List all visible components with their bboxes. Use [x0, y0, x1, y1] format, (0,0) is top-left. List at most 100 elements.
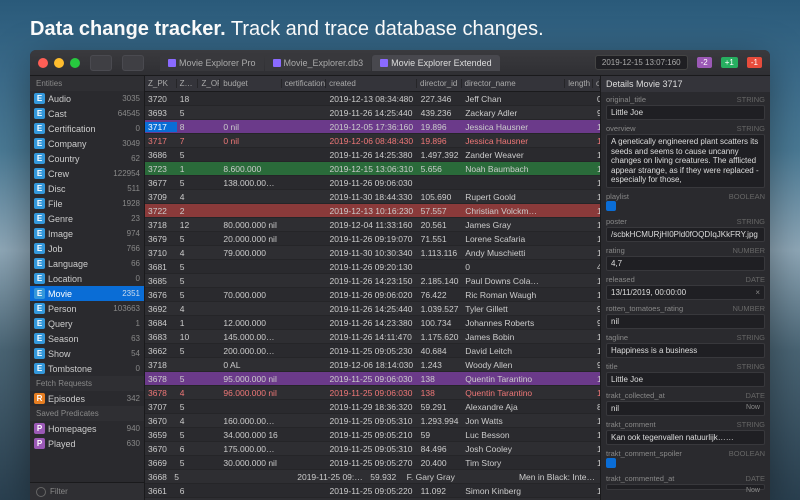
cell[interactable]: Paul Downs Cola… [462, 276, 566, 286]
change-badge-removed[interactable]: -1 [747, 57, 762, 68]
cell[interactable]: 160.000.000 nil [220, 416, 281, 426]
cell[interactable]: 19.896 [418, 122, 463, 132]
cell[interactable]: 3683 [145, 332, 177, 342]
detail-value[interactable]: Happiness is a business [606, 343, 765, 358]
cell[interactable]: 2019-11-30 18:44:330 [326, 192, 417, 202]
cell[interactable]: 3670 [145, 444, 177, 454]
cell[interactable]: 5 [177, 276, 199, 286]
cell[interactable]: 12 [177, 220, 199, 230]
sidebar-item[interactable]: REpisodes342 [30, 391, 144, 406]
sidebar-item[interactable]: EJob766 [30, 241, 144, 256]
cell[interactable]: 2019-11-26 14:25:380 [326, 150, 417, 160]
table-row[interactable]: 371780 nil2019-12-05 17:36:16019.896Jess… [145, 120, 600, 134]
sidebar-item[interactable]: EFile1928 [30, 196, 144, 211]
sidebar-item[interactable]: EShow54 [30, 346, 144, 361]
detail-value[interactable]: nil [606, 314, 765, 329]
table-row[interactable]: 3678496.000.000 nil2019-11-25 09:06:0301… [145, 386, 600, 400]
cell[interactable]: 2019-11-25 09:05:310 [326, 444, 417, 454]
cell[interactable]: 34.000.000 16 [220, 430, 281, 440]
sidebar-item[interactable]: EGenre23 [30, 211, 144, 226]
column-header[interactable]: created [326, 79, 417, 88]
cell[interactable]: 5 [177, 178, 199, 188]
cell[interactable]: 3717 [145, 136, 177, 146]
cell[interactable]: 95.000.000 nil [220, 374, 281, 384]
cell[interactable]: 5 [177, 290, 199, 300]
cell[interactable]: Jon Watts [462, 416, 566, 426]
table-row[interactable]: 3678595.000.000 nil2019-11-25 09:06:0301… [145, 372, 600, 386]
cell[interactable]: 100.734 [418, 318, 463, 328]
zoom-icon[interactable] [70, 58, 80, 68]
cell[interactable]: 3668 [145, 472, 171, 482]
cell[interactable]: 0 nil [220, 122, 281, 132]
column-header[interactable]: director_id [417, 79, 462, 88]
cell[interactable]: 5 [177, 150, 199, 160]
sidebar-item[interactable]: ECountry62 [30, 151, 144, 166]
cell[interactable]: 18 [177, 94, 199, 104]
sidebar-item[interactable]: ELanguage66 [30, 256, 144, 271]
close-icon[interactable] [38, 58, 48, 68]
cell[interactable]: 5 [177, 262, 199, 272]
table-row[interactable]: 368652019-11-26 14:25:3801.497.392Zander… [145, 148, 600, 162]
sidebar-item[interactable]: PHomepages940 [30, 421, 144, 436]
cell[interactable]: 2019-11-26 14:25:440 [326, 304, 417, 314]
table-row[interactable]: 3684112.000.0002019-11-26 14:23:380100.7… [145, 316, 600, 330]
minimize-icon[interactable] [54, 58, 64, 68]
cell[interactable]: 105.690 [418, 192, 463, 202]
cell[interactable]: 8 [177, 122, 199, 132]
detail-value[interactable]: Now [606, 484, 765, 490]
cell[interactable]: 3685 [145, 276, 177, 286]
cell[interactable]: Rupert Goold [462, 192, 566, 202]
sidebar-item[interactable]: ESeason63 [30, 331, 144, 346]
change-badge-modified[interactable]: -2 [697, 57, 712, 68]
cell[interactable]: 2019-11-26 09:19:070 [326, 234, 417, 244]
table-row[interactable]: 369352019-11-26 14:25:440439.236Zackary … [145, 106, 600, 120]
cell[interactable]: 3659 [145, 430, 177, 440]
cell[interactable]: 2019-12-06 08:48:430 [326, 136, 417, 146]
cell[interactable]: 138.000.000 nil [220, 178, 281, 188]
cell[interactable]: 5 [177, 430, 199, 440]
cell[interactable]: 439.236 [418, 108, 463, 118]
cell[interactable]: 1.497.392 [418, 150, 463, 160]
cell[interactable]: 7 [177, 136, 199, 146]
table-row[interactable]: 371770 nil2019-12-06 08:48:43019.896Jess… [145, 134, 600, 148]
cell[interactable]: 3681 [145, 262, 177, 272]
cell[interactable]: 4 [177, 388, 199, 398]
column-header[interactable]: length [565, 79, 593, 88]
cell[interactable]: 3722 [145, 206, 177, 216]
sidebar-item[interactable]: ELocation0 [30, 271, 144, 286]
cell[interactable]: 3669 [145, 458, 177, 468]
cell[interactable]: 10 [177, 332, 199, 342]
cell[interactable]: Lorene Scafaria [462, 234, 566, 244]
change-badge-added[interactable]: +1 [721, 57, 738, 68]
cell[interactable]: 2019-11-26 14:23:380 [326, 318, 417, 328]
cell[interactable]: Alexandre Aja [462, 402, 566, 412]
cell[interactable]: 3661 [145, 486, 177, 496]
cell[interactable]: Quentin Tarantino [462, 374, 566, 384]
cell[interactable]: 175.000.000 nil [220, 444, 281, 454]
cell[interactable]: 2019-11-25 09:05:260 [294, 472, 367, 482]
cell[interactable]: Tim Story [462, 458, 566, 468]
cell[interactable]: Luc Besson [462, 430, 566, 440]
cell[interactable]: 0 AL [220, 360, 281, 370]
cell[interactable]: 11.092 [418, 486, 463, 496]
checkbox-icon[interactable] [606, 201, 616, 211]
cell[interactable]: Ric Roman Waugh [462, 290, 566, 300]
table-row[interactable]: 3720182019-12-13 08:34:480227.346Jeff Ch… [145, 92, 600, 106]
cell[interactable]: 79.000.000 [220, 248, 281, 258]
cell[interactable]: 3686 [145, 150, 177, 160]
cell[interactable]: 59 [418, 430, 463, 440]
cell[interactable]: 138 [418, 388, 463, 398]
cell[interactable]: 8.600.000 [220, 164, 281, 174]
detail-value[interactable]: nil Now [606, 401, 765, 416]
cell[interactable]: 71.551 [418, 234, 463, 244]
cell[interactable]: 70.000.000 [220, 290, 281, 300]
cell[interactable]: 2019-11-25 09:05:220 [326, 486, 417, 496]
cell[interactable]: James Bobin [462, 332, 566, 342]
cell[interactable]: 5 [177, 374, 199, 384]
cell[interactable]: 5.656 [418, 164, 463, 174]
cell[interactable]: 0 [462, 262, 566, 272]
cell[interactable]: 84.496 [418, 444, 463, 454]
cell[interactable]: 3710 [145, 248, 177, 258]
table-row[interactable]: 37181280.000.000 nil2019-12-04 11:33:160… [145, 218, 600, 232]
table-row[interactable]: 36706175.000.000 nil2019-11-25 09:05:310… [145, 442, 600, 456]
